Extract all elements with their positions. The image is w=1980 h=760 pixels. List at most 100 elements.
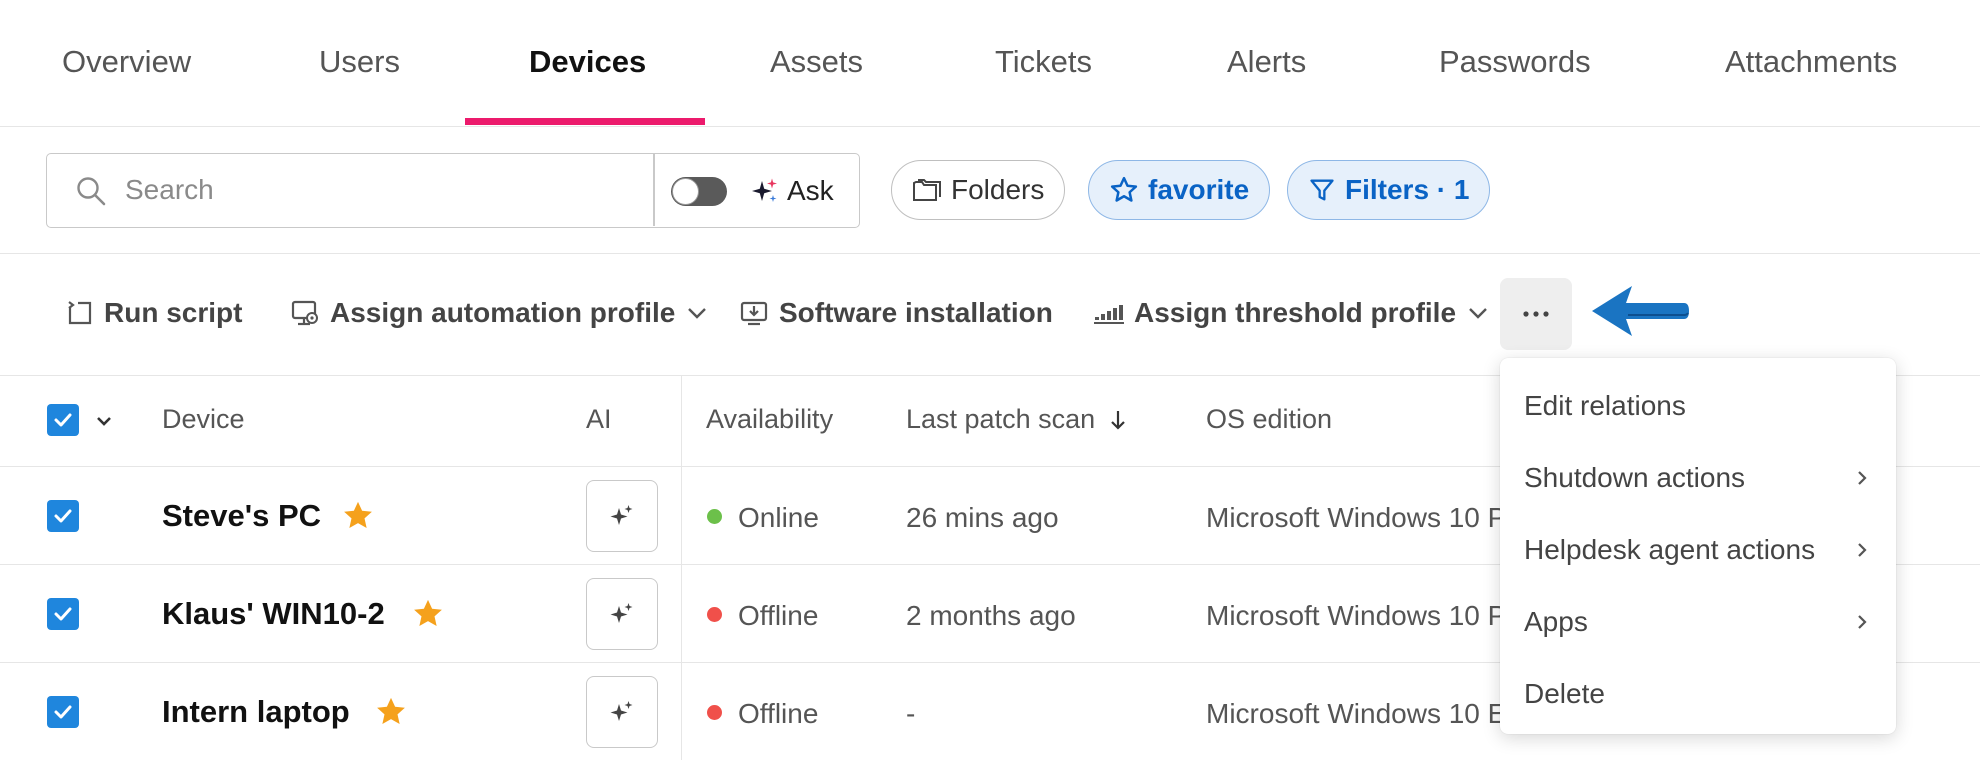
column-header-availability[interactable]: Availability — [706, 404, 833, 435]
more-actions-button[interactable] — [1500, 278, 1572, 350]
sparkle-icon — [610, 505, 633, 525]
offline-status-dot — [707, 607, 722, 622]
column-header-ai[interactable]: AI — [586, 404, 612, 435]
select-all-checkbox[interactable] — [47, 404, 79, 436]
menu-item-helpdesk-agent-actions[interactable]: Helpdesk agent actions — [1500, 517, 1896, 583]
online-status-dot — [707, 509, 722, 524]
row-checkbox[interactable] — [47, 696, 79, 728]
last-patch-scan-value: - — [906, 698, 916, 729]
ai-assist-button[interactable] — [586, 480, 658, 552]
menu-item-shutdown-actions[interactable]: Shutdown actions — [1500, 445, 1896, 511]
device-name[interactable]: Steve's PC — [162, 498, 321, 534]
checkmark-icon — [54, 413, 72, 427]
favorite-star-icon[interactable] — [374, 695, 408, 729]
search-icon — [77, 177, 106, 206]
tab-assets[interactable]: Assets — [770, 44, 863, 80]
os-edition-value: Microsoft Windows 10 P — [1206, 600, 1506, 631]
last-patch-scan-value: 2 months ago — [906, 600, 1076, 631]
run-script-label: Run script — [104, 297, 243, 328]
menu-item-apps[interactable]: Apps — [1500, 589, 1896, 655]
availability-value: Offline — [738, 600, 819, 631]
assign-automation-profile-button[interactable]: Assign automation profile — [290, 293, 709, 333]
tab-alerts[interactable]: Alerts — [1227, 44, 1306, 80]
last-patch-scan-label: Last patch scan — [906, 404, 1096, 434]
favorite-label: favorite — [1148, 174, 1250, 205]
software-installation-label: Software installation — [779, 297, 1053, 328]
toolbar-divider — [0, 253, 1980, 254]
row-checkbox[interactable] — [47, 500, 79, 532]
os-edition-cell: Microsoft Windows 10 P — [1206, 502, 1506, 538]
run-script-icon — [68, 301, 92, 325]
favorite-filter-chip[interactable]: favorite — [1088, 160, 1271, 220]
os-edition-value: Microsoft Windows 10 E — [1206, 698, 1506, 729]
ai-assist-button[interactable] — [586, 578, 658, 650]
tab-users[interactable]: Users — [319, 44, 400, 80]
run-script-button[interactable]: Run script — [66, 293, 242, 333]
column-header-device[interactable]: Device — [162, 404, 245, 435]
favorite-star-icon[interactable] — [341, 499, 375, 533]
folder-icon — [913, 179, 941, 201]
checkmark-icon — [54, 607, 72, 621]
column-header-last-patch-scan[interactable]: Last patch scan — [906, 404, 1127, 435]
ask-label: Ask — [787, 175, 834, 206]
automation-profile-icon — [291, 300, 318, 326]
chevron-down-icon — [1469, 308, 1487, 319]
ai-assist-button[interactable] — [586, 676, 658, 748]
tab-overview[interactable]: Overview — [62, 44, 191, 80]
search-input[interactable] — [125, 166, 635, 214]
menu-item-delete[interactable]: Delete — [1500, 661, 1896, 727]
os-edition-value: Microsoft Windows 10 P — [1206, 502, 1506, 533]
menu-item-label: Shutdown actions — [1524, 462, 1746, 493]
availability-value: Online — [738, 502, 819, 533]
filters-label: Filters · 1 — [1345, 174, 1470, 205]
device-name[interactable]: Klaus' WIN10-2 — [162, 596, 385, 632]
menu-item-edit-relations[interactable]: Edit relations — [1500, 373, 1896, 439]
assign-threshold-profile-button[interactable]: Assign threshold profile — [1094, 293, 1490, 333]
favorite-star-icon[interactable] — [411, 597, 445, 631]
sparkle-icon — [610, 603, 633, 623]
checkmark-icon — [54, 509, 72, 523]
checkmark-icon — [54, 705, 72, 719]
os-edition-cell: Microsoft Windows 10 E — [1206, 698, 1506, 734]
folders-button[interactable]: Folders — [891, 160, 1066, 220]
sparkle-icon — [610, 701, 633, 721]
star-outline-icon — [1110, 176, 1138, 202]
chevron-down-icon — [688, 308, 707, 319]
menu-item-label: Helpdesk agent actions — [1524, 534, 1816, 565]
device-name[interactable]: Intern laptop — [162, 694, 350, 730]
menu-item-label: Apps — [1524, 606, 1588, 637]
search-bar: Ask — [46, 153, 860, 228]
tab-devices[interactable]: Devices — [529, 44, 646, 80]
column-header-os-edition[interactable]: OS edition — [1206, 404, 1332, 435]
menu-item-label: Delete — [1524, 678, 1605, 709]
ask-toggle[interactable] — [671, 177, 727, 206]
software-installation-button[interactable]: Software installation — [739, 293, 1053, 333]
assign-automation-profile-label: Assign automation profile — [330, 297, 676, 328]
search-divider — [653, 154, 655, 226]
filter-icon — [1310, 179, 1334, 201]
chevron-right-icon — [1858, 471, 1867, 485]
more-actions-menu: Edit relations Shutdown actions Helpdesk… — [1500, 358, 1896, 734]
ask-button[interactable]: Ask — [751, 170, 834, 212]
toggle-knob — [672, 178, 699, 205]
pointer-arrow-icon — [1592, 286, 1689, 336]
tab-bar: Overview Users Devices Assets Tickets Al… — [0, 0, 1980, 127]
chevron-right-icon — [1858, 543, 1867, 557]
row-checkbox[interactable] — [47, 598, 79, 630]
tab-attachments[interactable]: Attachments — [1725, 44, 1897, 80]
sort-descending-icon — [1110, 411, 1125, 430]
tab-tickets[interactable]: Tickets — [995, 44, 1092, 80]
offline-status-dot — [707, 705, 722, 720]
more-icon — [1523, 311, 1549, 317]
tab-passwords[interactable]: Passwords — [1439, 44, 1591, 80]
selection-chevron-down-icon[interactable] — [94, 411, 114, 431]
sparkle-icon — [752, 178, 777, 202]
active-tab-indicator — [465, 118, 705, 125]
assign-threshold-profile-label: Assign threshold profile — [1134, 297, 1457, 328]
folders-label: Folders — [951, 174, 1045, 205]
filters-button[interactable]: Filters · 1 — [1287, 160, 1491, 220]
chevron-right-icon — [1858, 615, 1867, 629]
threshold-profile-icon — [1094, 305, 1124, 324]
software-install-icon — [740, 301, 768, 326]
os-edition-cell: Microsoft Windows 10 P — [1206, 600, 1506, 636]
